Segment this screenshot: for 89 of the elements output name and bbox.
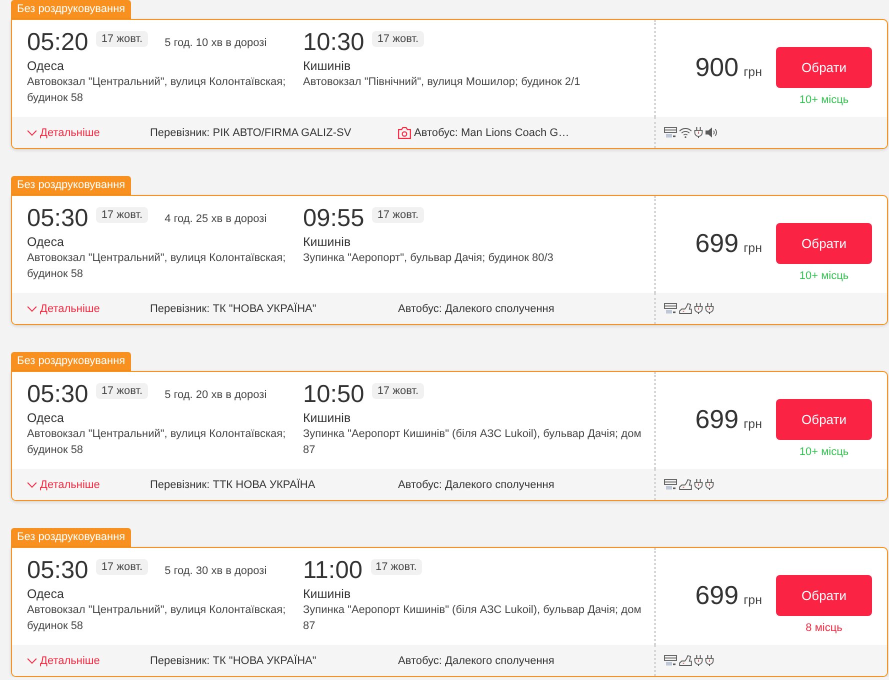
carrier-text: Перевізник: ТК "НОВА УКРАЇНА"	[150, 654, 318, 666]
carrier-text: Перевізник: ТК "НОВА УКРАЇНА"	[150, 302, 318, 314]
arrival-city: Кишинів	[303, 235, 352, 250]
camera-icon[interactable]	[398, 126, 411, 138]
date-badge: 17 жовт.	[96, 207, 148, 223]
air-conditioner-icon	[664, 303, 677, 314]
price-amount: 900	[695, 52, 739, 83]
departure-address: Автовокзал "Центральний", вулиця Колонтаївская; будинок 58	[27, 251, 287, 282]
departure-address: Автовокзал "Центральний", вулиця Колонтаївская; будинок 58	[27, 75, 287, 106]
arrival-city: Кишинів	[303, 587, 352, 602]
plug-icon	[705, 655, 714, 666]
date-badge: 17 жовт.	[372, 31, 424, 47]
plug-icon	[694, 479, 703, 490]
arrival-city: Кишинів	[303, 59, 352, 74]
departure-city: Одеса	[27, 587, 65, 602]
promo-tag: Без роздруковування	[11, 176, 132, 195]
reclining-seat-icon	[679, 655, 692, 666]
price-amount: 699	[695, 580, 739, 611]
trip-duration: 4 год. 25 хв в дорозі	[164, 212, 267, 227]
bus-text: Автобус: Man Lions Coach G…	[414, 126, 570, 138]
promo-tag: Без роздруковування	[11, 528, 132, 547]
select-button[interactable]: Обрати	[776, 223, 872, 264]
departure-address: Автовокзал "Центральний", вулиця Колонтаївская; будинок 58	[27, 603, 287, 634]
arrival-address: Зупинка "Аеропорт Кишинів" (біля АЗС Lukoil), бульвар Дачія; дом 87	[303, 427, 642, 458]
seats-available: 10+ місць	[799, 269, 849, 283]
reclining-seat-icon	[679, 303, 692, 314]
arrival-address: Зупинка "Аеропорт Кишинів" (біля АЗС Lukoil), бульвар Дачія; дом 87	[303, 603, 642, 634]
departure-city: Одеса	[27, 411, 65, 426]
price-amount: 699	[695, 404, 739, 435]
details-button[interactable]: Детальніше	[27, 302, 100, 314]
promo-tag: Без роздруковування	[11, 0, 132, 19]
details-button[interactable]: Детальніше	[27, 478, 100, 490]
departure-time: 05:30	[27, 381, 88, 409]
departure-city: Одеса	[27, 235, 65, 250]
carrier-text: Перевізник: РІК АВТО/FIRMA GALIZ-SV	[150, 126, 352, 138]
promo-tag: Без роздруковування	[11, 352, 132, 371]
air-conditioner-icon	[664, 479, 677, 490]
currency-label: грн	[744, 65, 762, 79]
plug-icon	[705, 303, 714, 314]
reclining-seat-icon	[679, 479, 692, 490]
currency-label: грн	[744, 241, 762, 255]
arrival-city: Кишинів	[303, 411, 352, 426]
select-button[interactable]: Обрати	[776, 399, 872, 440]
chevron-down-icon	[27, 306, 37, 312]
trip-duration: 5 год. 30 хв в дорозі	[164, 564, 267, 579]
date-badge: 17 жовт.	[96, 559, 148, 575]
price-amount: 699	[695, 228, 739, 259]
departure-time: 05:20	[27, 29, 88, 57]
details-button[interactable]: Детальніше	[27, 654, 100, 666]
chevron-down-icon	[27, 130, 37, 136]
date-badge: 17 жовт.	[96, 383, 148, 399]
seats-available: 10+ місць	[799, 445, 849, 459]
seats-available: 8 місць	[806, 621, 842, 635]
plug-icon	[694, 127, 703, 138]
date-badge: 17 жовт.	[370, 559, 422, 575]
arrival-address: Зупинка "Аеропорт", бульвар Дачія; будинок 80/3	[303, 251, 554, 266]
wifi-icon	[679, 127, 692, 138]
departure-time: 05:30	[27, 557, 88, 585]
carrier-text: Перевізник: ТТК НОВА УКРАЇНА	[150, 478, 316, 490]
plug-icon	[694, 655, 703, 666]
bus-text: Автобус: Далекого сполучення	[398, 478, 554, 490]
bus-text: Автобус: Далекого сполучення	[398, 654, 554, 666]
date-badge: 17 жовт.	[372, 207, 424, 223]
plug-icon	[705, 479, 714, 490]
details-button[interactable]: Детальніше	[27, 126, 100, 138]
currency-label: грн	[744, 593, 762, 607]
select-button[interactable]: Обрати	[776, 575, 872, 616]
air-conditioner-icon	[664, 655, 677, 666]
seats-available: 10+ місць	[799, 93, 849, 107]
trip-duration: 5 год. 10 хв в дорозі	[164, 36, 267, 51]
date-badge: 17 жовт.	[372, 383, 424, 399]
air-conditioner-icon	[664, 127, 677, 138]
currency-label: грн	[744, 417, 762, 431]
arrival-time: 11:00	[303, 557, 362, 585]
bus-text: Автобус: Далекого сполучення	[398, 302, 554, 314]
departure-time: 05:30	[27, 205, 88, 233]
speaker-icon	[705, 127, 718, 138]
arrival-address: Автовокзал "Північний", вулиця Мошилор; будинок 2/1	[303, 75, 582, 90]
select-button[interactable]: Обрати	[776, 47, 872, 88]
date-badge: 17 жовт.	[96, 31, 148, 47]
chevron-down-icon	[27, 482, 37, 488]
arrival-time: 10:30	[303, 29, 364, 57]
departure-address: Автовокзал "Центральний", вулиця Колонтаївская; будинок 58	[27, 427, 287, 458]
trip-duration: 5 год. 20 хв в дорозі	[164, 388, 267, 403]
arrival-time: 09:55	[303, 205, 364, 233]
departure-city: Одеса	[27, 59, 65, 74]
chevron-down-icon	[27, 658, 37, 664]
plug-icon	[694, 303, 703, 314]
arrival-time: 10:50	[303, 381, 364, 409]
